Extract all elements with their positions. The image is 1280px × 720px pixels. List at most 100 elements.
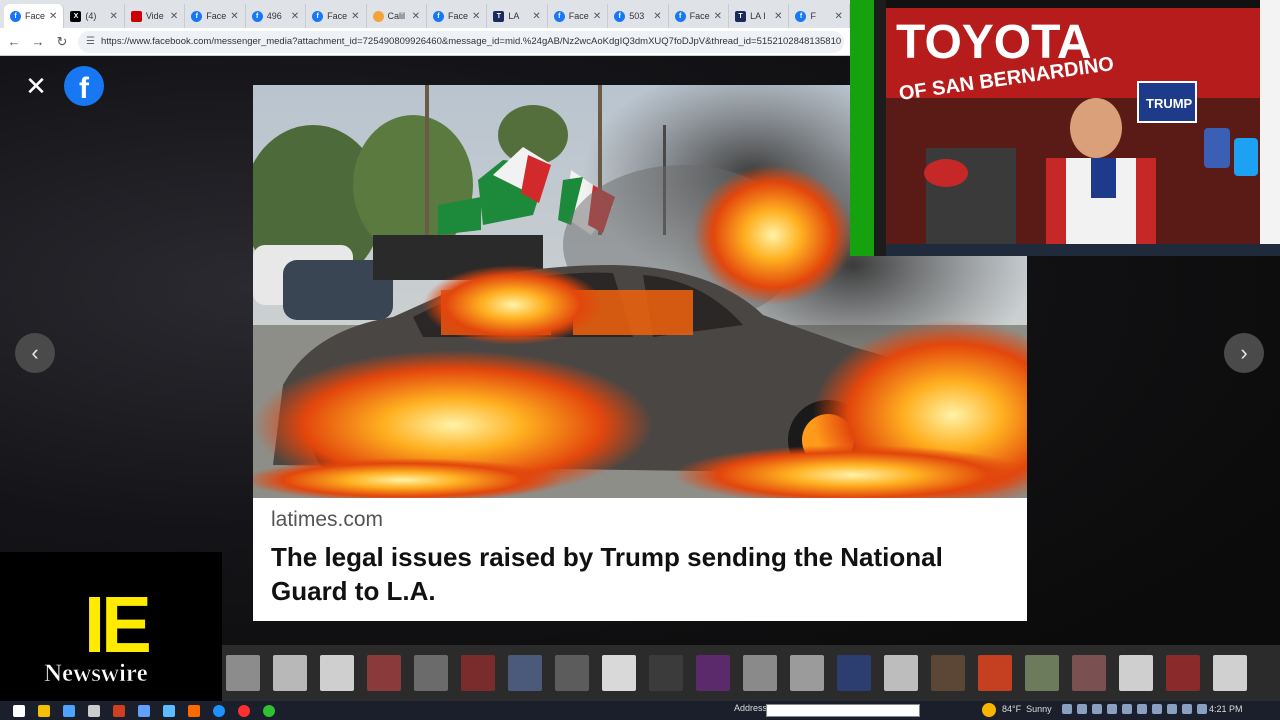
tab-title: Face xyxy=(327,11,348,21)
close-tab-icon[interactable]: ✕ xyxy=(351,11,359,22)
back-arrow-icon[interactable]: ← xyxy=(6,34,22,50)
thumbnail[interactable] xyxy=(461,655,495,691)
webcam-sign-text: TRUMP xyxy=(1146,96,1193,111)
taskbar-clock[interactable]: 4:21 PM xyxy=(1209,704,1243,714)
browser-tab[interactable]: f Face ✕ xyxy=(4,4,65,28)
thumbnail[interactable] xyxy=(931,655,965,691)
close-tab-icon[interactable]: ✕ xyxy=(291,11,299,22)
tray-icon[interactable] xyxy=(1107,704,1117,714)
app-icon[interactable] xyxy=(63,704,75,717)
tray-icon[interactable] xyxy=(1197,704,1207,714)
close-tab-icon[interactable]: ✕ xyxy=(412,11,420,22)
app-icon[interactable] xyxy=(213,704,225,717)
app-icon[interactable] xyxy=(163,704,175,717)
app-icon[interactable] xyxy=(88,704,100,717)
thumbnail[interactable] xyxy=(743,655,777,691)
browser-tab[interactable]: f Face ✕ xyxy=(668,4,730,28)
tab-title: F xyxy=(810,11,816,21)
thumbnail[interactable] xyxy=(790,655,824,691)
thumbnail[interactable] xyxy=(884,655,918,691)
thumbnail[interactable] xyxy=(555,655,589,691)
browser-tab[interactable]: f Face ✕ xyxy=(426,4,488,28)
start-icon[interactable] xyxy=(13,704,25,717)
site-info-icon[interactable]: ☰ xyxy=(86,36,95,47)
thumbnail[interactable] xyxy=(1025,655,1059,691)
app-icon[interactable] xyxy=(113,704,125,717)
browser-tab[interactable]: Calil ✕ xyxy=(366,4,427,28)
tab-title: (4) xyxy=(85,11,97,21)
close-tab-icon[interactable]: ✕ xyxy=(49,11,57,22)
facebook-icon: f xyxy=(312,10,324,22)
browser-tab[interactable]: f 503 ✕ xyxy=(608,4,669,28)
forward-arrow-icon[interactable]: → xyxy=(30,34,46,50)
browser-icon[interactable] xyxy=(38,704,50,717)
browser-tab[interactable]: T LA ✕ xyxy=(487,4,548,28)
browser-tab[interactable]: f Face ✕ xyxy=(306,4,367,28)
browser-address-bar: ← → ↻ ☰ https://www.facebook.com/messeng… xyxy=(0,28,850,56)
app-icon[interactable] xyxy=(138,704,150,717)
thumbnail[interactable] xyxy=(508,655,542,691)
thumbnail[interactable] xyxy=(226,655,260,691)
thumbnail[interactable] xyxy=(320,655,354,691)
weather-readout[interactable]: 84°F Sunny xyxy=(1002,704,1052,714)
close-tab-icon[interactable]: ✕ xyxy=(472,11,480,22)
url-field[interactable]: ☰ https://www.facebook.com/messenger_med… xyxy=(78,30,844,53)
thumbnail[interactable] xyxy=(696,655,730,691)
app-icon[interactable] xyxy=(238,704,250,717)
tray-icon[interactable] xyxy=(1152,704,1162,714)
browser-tab[interactable]: f F ✕ xyxy=(789,4,850,28)
thumbnail[interactable] xyxy=(978,655,1012,691)
thumbnail[interactable] xyxy=(367,655,401,691)
previous-photo-button[interactable]: ‹ xyxy=(15,333,55,373)
browser-tab[interactable]: Vide ✕ xyxy=(124,4,186,28)
webcam-overlay: TOYOTA OF SAN BERNARDINO TRUMP xyxy=(850,0,1280,256)
thumbnail[interactable] xyxy=(1213,655,1247,691)
thumbnail[interactable] xyxy=(1166,655,1200,691)
tray-icon[interactable] xyxy=(1137,704,1147,714)
close-tab-icon[interactable]: ✕ xyxy=(593,11,601,22)
url-text: https://www.facebook.com/messenger_media… xyxy=(100,36,842,47)
browser-tab[interactable]: f Face ✕ xyxy=(547,4,609,28)
tray-icon[interactable] xyxy=(1077,704,1087,714)
link-headline[interactable]: The legal issues raised by Trump sending… xyxy=(271,540,1009,608)
browser-tab[interactable]: f Face ✕ xyxy=(185,4,246,28)
close-tab-icon[interactable]: ✕ xyxy=(714,11,722,22)
close-tab-icon[interactable]: ✕ xyxy=(653,11,661,22)
close-tab-icon[interactable]: ✕ xyxy=(835,11,843,22)
tray-icon[interactable] xyxy=(1122,704,1132,714)
close-tab-icon[interactable]: ✕ xyxy=(230,11,238,22)
thumbnail[interactable] xyxy=(414,655,448,691)
app-side-toolbar xyxy=(874,0,886,256)
facebook-logo-icon[interactable]: f xyxy=(64,66,104,106)
calendar-icon xyxy=(372,10,384,22)
taskbar-address-input[interactable] xyxy=(766,704,920,717)
tray-icon[interactable] xyxy=(1167,704,1177,714)
browser-tab[interactable]: T LA I ✕ xyxy=(729,4,790,28)
chrome-icon[interactable] xyxy=(263,704,275,717)
browser-tab-strip: f Face ✕ X (4) ✕ Vide ✕ f Face ✕ f 496 ✕ f Face ✕ Calil ✕ f… xyxy=(0,0,850,28)
close-viewer-button[interactable]: ✕ xyxy=(22,72,50,100)
browser-tab[interactable]: f 496 ✕ xyxy=(245,4,307,28)
app-icon[interactable] xyxy=(188,704,200,717)
reload-icon[interactable]: ↻ xyxy=(54,34,70,50)
thumbnail[interactable] xyxy=(837,655,871,691)
thumbnail[interactable] xyxy=(1119,655,1153,691)
system-tray xyxy=(1062,704,1207,714)
close-tab-icon[interactable]: ✕ xyxy=(170,11,178,22)
tab-title: Face xyxy=(206,11,227,21)
browser-tab[interactable]: X (4) ✕ xyxy=(64,4,125,28)
tray-icon[interactable] xyxy=(1092,704,1102,714)
thumbnail[interactable] xyxy=(1072,655,1106,691)
thumbnail[interactable] xyxy=(273,655,307,691)
tray-icon[interactable] xyxy=(1182,704,1192,714)
facebook-icon: f xyxy=(553,10,565,22)
close-tab-icon[interactable]: ✕ xyxy=(532,11,540,22)
thumbnail[interactable] xyxy=(602,655,636,691)
weather-sun-icon[interactable] xyxy=(982,703,996,717)
tray-icon[interactable] xyxy=(1062,704,1072,714)
close-tab-icon[interactable]: ✕ xyxy=(109,11,117,22)
thumbnail[interactable] xyxy=(649,655,683,691)
close-tab-icon[interactable]: ✕ xyxy=(774,11,782,22)
next-photo-button[interactable]: › xyxy=(1224,333,1264,373)
newswire-wordmark: Newswire xyxy=(44,660,148,688)
